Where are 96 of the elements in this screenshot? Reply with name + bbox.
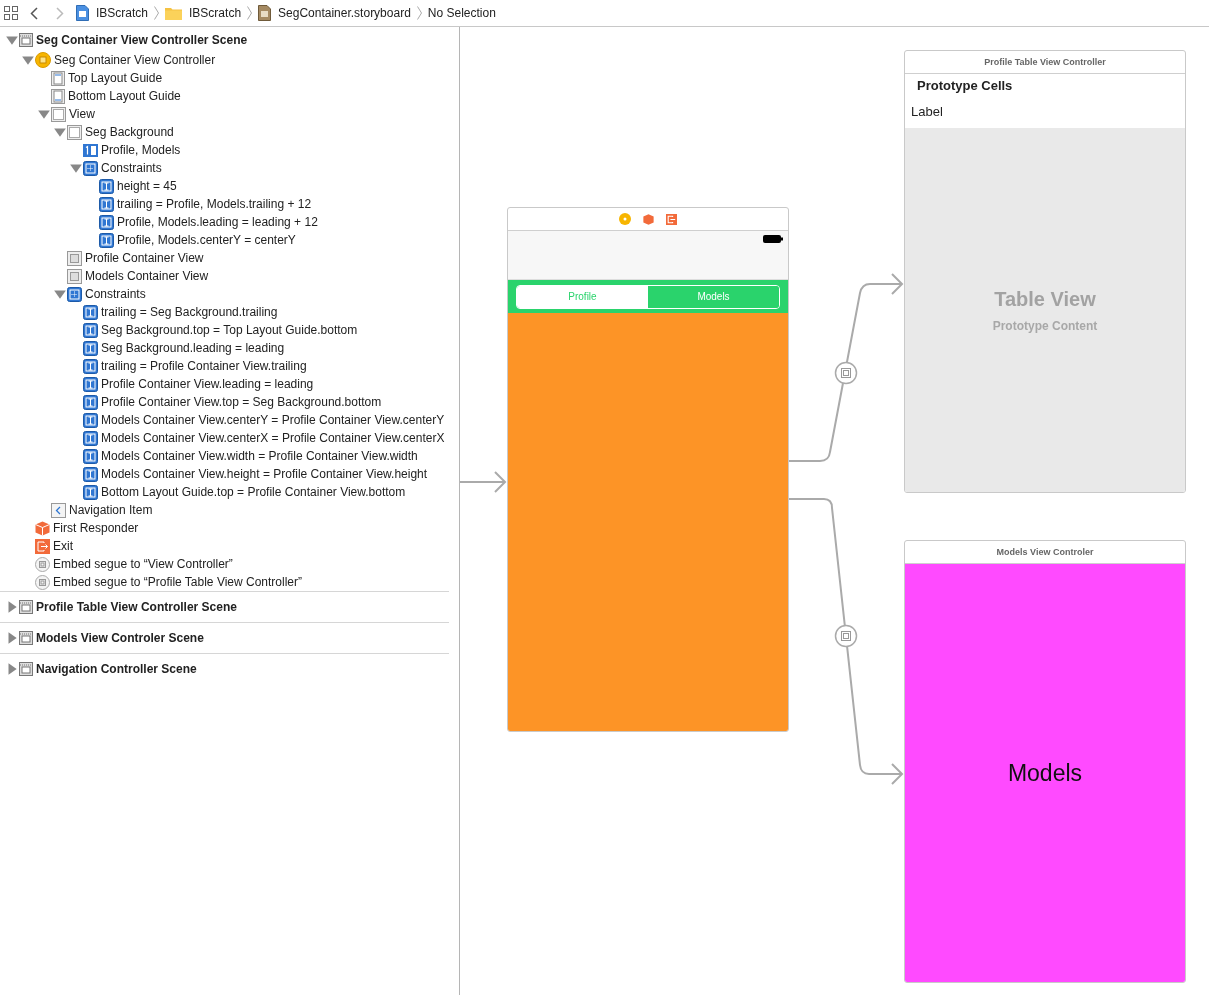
outline-item[interactable]: Top Layout Guide (68, 71, 163, 85)
scene-title: Profile Table View Controller (984, 57, 1106, 67)
scene-icon (19, 33, 33, 47)
outline-item[interactable]: Seg Container View Controller (54, 53, 216, 67)
scene-frame[interactable]: Models View Controler Models (904, 540, 1186, 983)
outline-item[interactable]: height = 45 (117, 179, 177, 193)
view-controller-icon (35, 52, 51, 68)
outline-item[interactable]: trailing = Seg Background.trailing (101, 305, 278, 319)
layout-guide-icon (51, 88, 65, 104)
outline-item[interactable]: Embed segue to “Profile Table View Controller” (53, 575, 303, 589)
view-icon (51, 106, 66, 122)
cell-label: Label (910, 103, 944, 121)
outline-item[interactable]: Models Container View (85, 269, 209, 283)
outline-item[interactable]: Profile, Models.leading = leading + 12 (117, 215, 318, 229)
outline-item[interactable]: Profile Container View.top = Seg Background.bottom (101, 395, 382, 409)
view-label: Models (1007, 760, 1083, 787)
constraint-icon (83, 430, 98, 446)
outline-item[interactable]: trailing = Profile Container View.trailing (101, 359, 307, 373)
segue-icon (35, 556, 50, 572)
constraints-icon (67, 286, 82, 302)
outline-item[interactable]: Bottom Layout Guide.top = Profile Container View.bottom (101, 485, 406, 499)
constraint-icon (99, 232, 114, 248)
placeholder-title: Table View (994, 288, 1096, 311)
outline-item[interactable]: Seg Background (85, 125, 174, 139)
constraint-icon (83, 412, 98, 428)
outline-item[interactable]: Bottom Layout Guide (68, 89, 181, 103)
outline-item[interactable]: Profile Container View.leading = leading (101, 377, 314, 391)
outline-item[interactable]: Navigation Item (69, 503, 153, 517)
exit-icon (35, 538, 50, 554)
breadcrumb-item[interactable]: IBScratch (189, 6, 242, 20)
outline-item[interactable]: Profile Container View (85, 251, 204, 265)
outline-item[interactable]: Seg Container View Controller Scene (36, 33, 248, 47)
constraint-icon (83, 484, 98, 500)
navigation-item-icon (51, 502, 66, 518)
layout-guide-icon (51, 70, 65, 86)
segue-icon[interactable] (834, 624, 858, 648)
scene-icon (19, 600, 33, 614)
back-icon[interactable] (30, 6, 38, 20)
outline-item[interactable]: trailing = Profile, Models.trailing + 12 (117, 197, 312, 211)
battery-icon (763, 235, 783, 243)
section-header: Prototype Cells (916, 77, 1014, 95)
scene-icon (19, 662, 33, 676)
outline-item[interactable]: Seg Background.top = Top Layout Guide.bottom (101, 323, 358, 337)
constraint-icon (99, 178, 114, 194)
constraint-icon (99, 196, 114, 212)
scene-icon (19, 631, 33, 645)
cube-icon (35, 520, 50, 536)
chevron-icon (247, 6, 253, 20)
outline-item[interactable]: Constraints (85, 287, 146, 301)
scene-frame[interactable]: Profile Table View Controller Prototype Cells Label Table View Prototype Content (904, 50, 1186, 493)
chevron-icon (416, 6, 422, 20)
constraints-icon (83, 160, 98, 176)
outline-item[interactable]: Embed segue to “View Controller” (53, 557, 233, 571)
forward-icon[interactable] (56, 6, 64, 20)
outline-item[interactable]: Models Container View.centerY = Profile Container View.centerY (101, 413, 445, 427)
breadcrumb-item[interactable]: No Selection (427, 6, 496, 20)
constraint-icon (99, 214, 114, 230)
view-icon (67, 124, 82, 140)
breadcrumb-item[interactable]: SegContainer.storyboard (278, 6, 411, 20)
view-controller-icon[interactable] (619, 213, 631, 225)
outline-item[interactable]: Constraints (101, 161, 162, 175)
outline-item[interactable]: Models Container View.centerX = Profile Container View.centerX (101, 431, 445, 445)
outline-item[interactable]: Seg Background.leading = leading (101, 341, 285, 355)
segmented-control-icon (83, 143, 98, 157)
outline-item[interactable]: View (69, 107, 95, 121)
constraint-icon (83, 340, 98, 356)
outline-item[interactable]: Profile, Models (101, 143, 181, 157)
outline-item[interactable]: Exit (53, 539, 73, 553)
segue-icon (35, 574, 50, 590)
document-icon (258, 5, 272, 21)
constraint-icon (83, 322, 98, 338)
outline-item[interactable]: Models Container View.height = Profile Container View.height (101, 467, 428, 481)
container-view-icon (67, 268, 82, 284)
breadcrumb-item[interactable]: IBScratch (96, 6, 149, 20)
scene-title: Models View Controler (996, 547, 1094, 557)
outline-item[interactable]: Models Container View.width = Profile Container View.width (101, 449, 418, 463)
outline-item[interactable]: Models View Controler Scene (36, 631, 204, 645)
outline-item[interactable]: Navigation Controller Scene (36, 662, 197, 676)
document-icon (76, 5, 89, 21)
outline-item[interactable]: First Responder (53, 521, 139, 535)
segue-icon[interactable] (834, 361, 858, 385)
constraint-icon (83, 358, 98, 374)
folder-icon (165, 6, 183, 20)
constraint-icon (83, 448, 98, 464)
placeholder-subtitle: Prototype Content (992, 319, 1098, 333)
chevron-icon (154, 6, 160, 20)
constraint-icon (83, 304, 98, 320)
cube-icon[interactable] (643, 213, 654, 225)
constraint-icon (83, 376, 98, 392)
outline-item[interactable]: Profile Table View Controller Scene (36, 600, 237, 614)
container-view-icon (67, 250, 82, 266)
exit-icon[interactable] (666, 213, 677, 225)
constraint-icon (83, 466, 98, 482)
constraint-icon (83, 394, 98, 410)
outline-item[interactable]: Profile, Models.centerY = centerY (117, 233, 296, 247)
grid-icon[interactable] (4, 6, 18, 20)
